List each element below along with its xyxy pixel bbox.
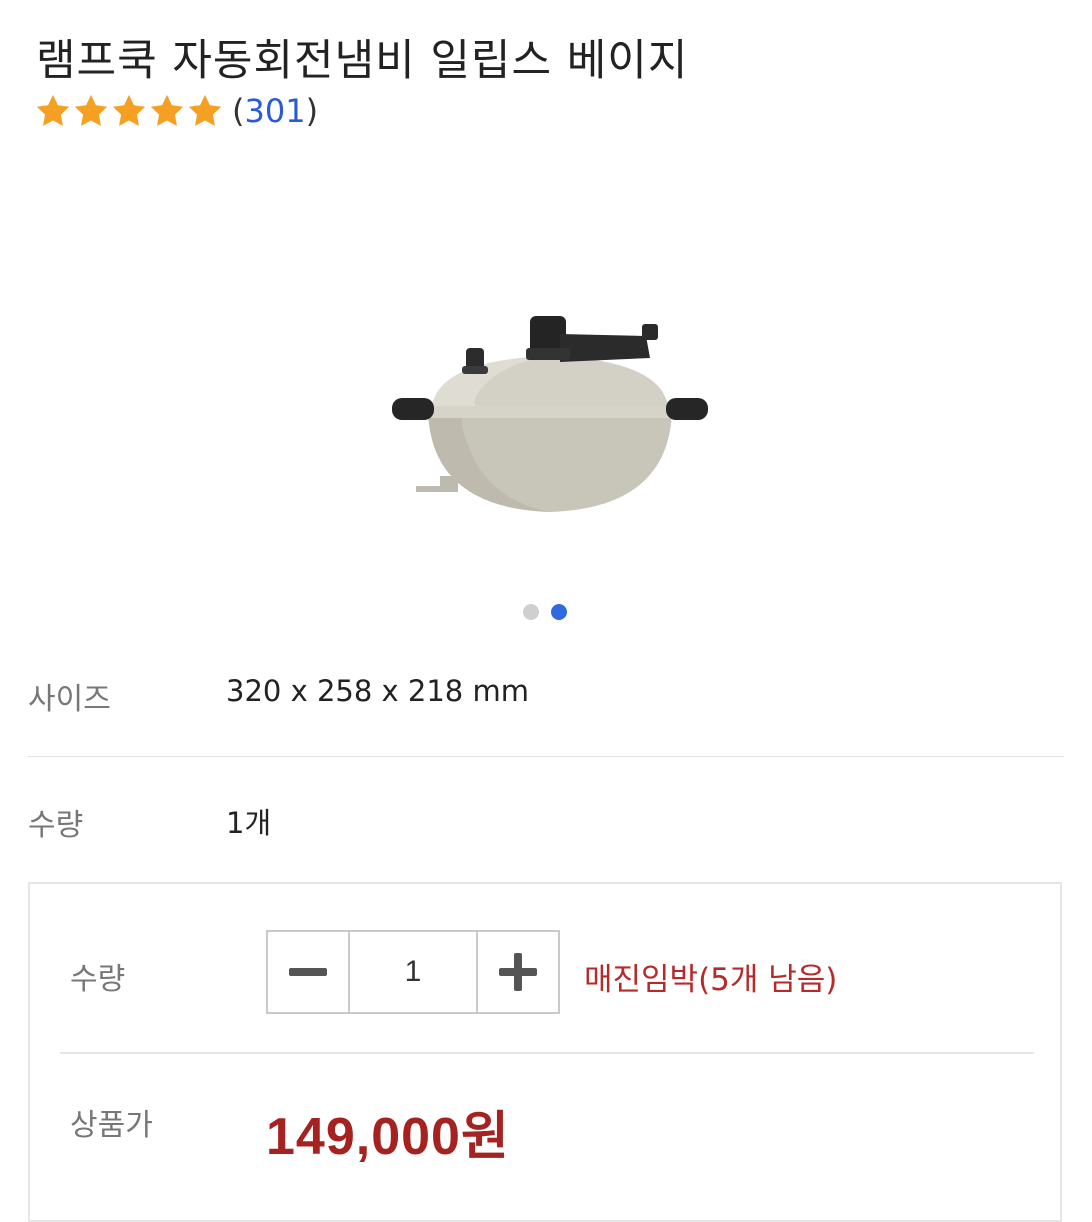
product-price: 149,000원: [266, 1108, 510, 1166]
star-icon: [150, 94, 184, 126]
carousel-indicator: [523, 604, 567, 620]
review-count-close: ): [305, 92, 319, 130]
plus-icon: [499, 953, 537, 991]
star-rating: [34, 92, 224, 130]
stock-warning: 매진임박(5개 남음): [584, 962, 838, 998]
size-value: 320 x 258 x 218 mm: [226, 674, 529, 708]
order-box: 수량 매진임박(5개 남음) 상품가 149,000원: [28, 882, 1062, 1222]
divider: [28, 756, 1064, 757]
review-count: 301: [244, 92, 306, 130]
carousel-dot-2-active[interactable]: [551, 604, 567, 620]
size-label: 사이즈: [28, 682, 111, 717]
price-label: 상품가: [70, 1108, 153, 1143]
quantity-input[interactable]: [350, 932, 476, 1012]
star-icon: [112, 94, 146, 126]
pot-image[interactable]: [380, 300, 720, 530]
product-rating[interactable]: (301): [34, 92, 318, 130]
order-quantity-label: 수량: [70, 962, 126, 997]
quantity-stepper[interactable]: [266, 930, 560, 1014]
box-divider: [60, 1052, 1034, 1054]
carousel-dot-1[interactable]: [523, 604, 539, 620]
quantity-info-value: 1개: [226, 806, 272, 840]
quantity-info-label: 수량: [28, 808, 84, 843]
star-icon: [74, 94, 108, 126]
decrease-quantity-button[interactable]: [268, 932, 350, 1012]
star-icon: [188, 94, 222, 126]
product-title: 램프쿡 자동회전냄비 일립스 베이지: [36, 36, 689, 86]
review-count-link[interactable]: (301): [232, 92, 318, 130]
review-count-open: (: [232, 92, 245, 130]
star-icon: [36, 94, 70, 126]
minus-icon: [289, 968, 327, 976]
increase-quantity-button[interactable]: [476, 932, 558, 1012]
